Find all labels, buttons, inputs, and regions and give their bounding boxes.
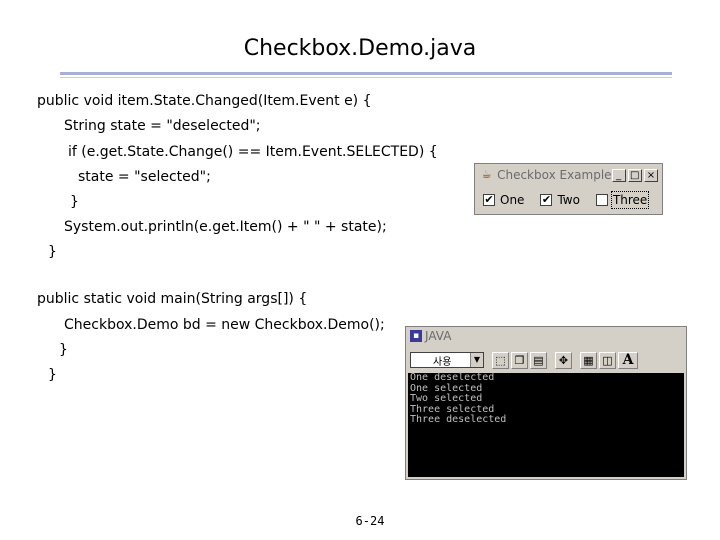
maximize-button[interactable]: □ [627,168,642,182]
paste-icon[interactable]: ▤ [530,351,547,369]
checkbox-three-label[interactable]: Three [610,191,650,209]
checkbox-three[interactable] [595,194,608,206]
code-line: public static void main(String args[]) { [37,291,308,307]
checkbox-two-label[interactable]: Two [557,193,580,207]
console-output[interactable]: One deselected One selected Two selected… [408,372,684,477]
checkbox-one-label[interactable]: One [500,193,524,207]
window-title: Checkbox Example [497,168,612,182]
checkbox-two[interactable]: ✔ [540,194,553,206]
font-select-value: 사용 [433,356,452,368]
checkbox-example-window: ☕ Checkbox Example _ □ × ✔ One ✔ Two Thr… [474,163,663,215]
code-line: state = "selected"; [78,169,211,185]
properties-icon[interactable]: ▦ [580,351,597,369]
font-select[interactable]: 사용 ▼ [410,352,484,368]
checkbox-group: ✔ One ✔ Two Three [483,191,650,209]
font-icon[interactable]: A [618,351,638,369]
console-app-icon: ▪ [410,330,422,342]
title-rule [60,72,672,75]
chevron-down-icon[interactable]: ▼ [470,353,483,367]
background-icon[interactable]: ◫ [599,351,616,369]
code-line: } [70,194,79,210]
code-line: } [48,367,57,383]
code-line: Checkbox.Demo bd = new Checkbox.Demo(); [64,317,385,333]
code-line: } [59,342,68,358]
code-line: if (e.get.State.Change() == Item.Event.S… [68,144,438,160]
code-line: public void item.State.Changed(Item.Even… [37,93,372,109]
code-line: System.out.println(e.get.Item() + " " + … [64,219,387,235]
title-rule-shadow [60,77,672,78]
close-button[interactable]: × [643,168,658,182]
console-toolbar: 사용 ▼ ⬚ ❐ ▤ ✥ ▦ ◫ A [408,349,684,371]
mark-icon[interactable]: ⬚ [492,351,509,369]
minimize-button[interactable]: _ [611,168,626,182]
page-number: 6-24 [355,514,385,528]
slide-title: Checkbox.Demo.java [243,36,477,61]
code-line: String state = "deselected"; [64,118,261,134]
console-output-line: Two selected [410,393,483,404]
checkbox-one[interactable]: ✔ [483,194,495,206]
console-titlebar[interactable]: ▪ JAVA [406,327,686,345]
window-titlebar[interactable]: ☕ Checkbox Example _ □ × [477,166,660,184]
fullscreen-icon[interactable]: ✥ [555,351,572,369]
copy-icon[interactable]: ❐ [511,351,528,369]
console-output-line: One deselected [410,372,495,383]
console-window: ▪ JAVA 사용 ▼ ⬚ ❐ ▤ ✥ ▦ ◫ A One deselected… [405,326,687,480]
java-cup-icon: ☕ [481,168,492,181]
code-line: } [48,244,57,260]
console-title: JAVA [425,329,452,343]
console-output-line: Three deselected [410,414,507,425]
